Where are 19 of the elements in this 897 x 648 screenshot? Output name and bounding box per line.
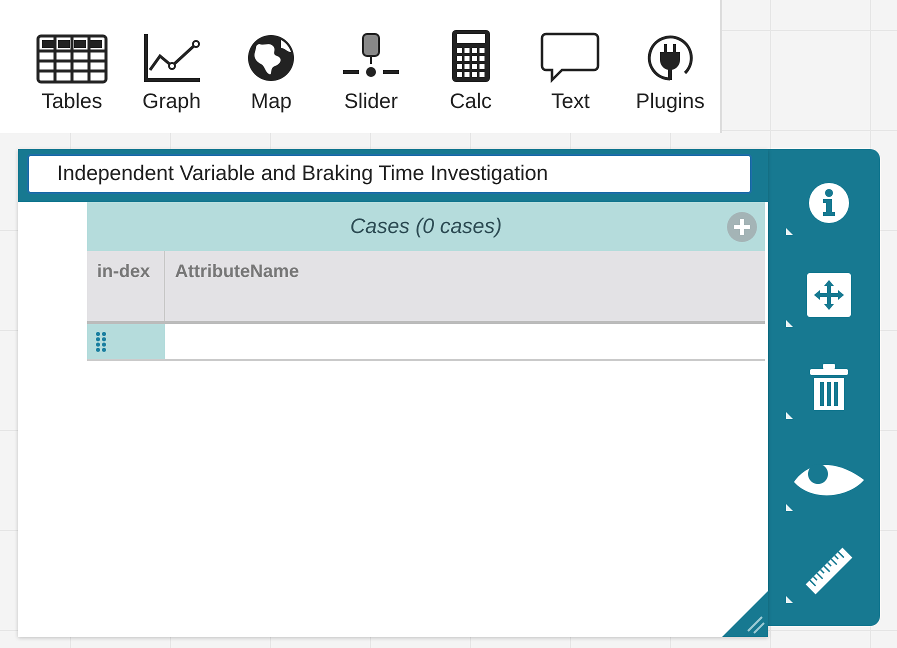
calculator-icon <box>450 28 492 84</box>
trash-icon <box>809 364 849 410</box>
toolbar-button[interactable]: Text <box>520 18 620 114</box>
toolbar-button[interactable]: Map <box>221 18 322 114</box>
table-icon <box>36 34 108 84</box>
toolbar-button[interactable]: Calc <box>420 18 521 114</box>
move-arrows-icon <box>806 272 852 318</box>
line-chart-icon <box>142 32 202 84</box>
drag-handle-icon[interactable] <box>95 330 107 352</box>
collection-title: Cases (0 cases) <box>350 214 502 238</box>
resize-handle[interactable] <box>722 591 768 637</box>
toolbar-button[interactable]: Slider <box>321 18 421 114</box>
ruler-icon <box>803 545 855 597</box>
speech-bubble-icon <box>540 32 600 84</box>
title-field[interactable]: Independent Variable and Braking Time Investigation <box>27 154 752 194</box>
toolbar-button[interactable]: Plugins <box>620 18 720 114</box>
info-icon <box>808 182 850 224</box>
toolbar-button[interactable]: Graph <box>122 18 222 114</box>
toolbar-button[interactable]: Tables <box>22 18 122 114</box>
